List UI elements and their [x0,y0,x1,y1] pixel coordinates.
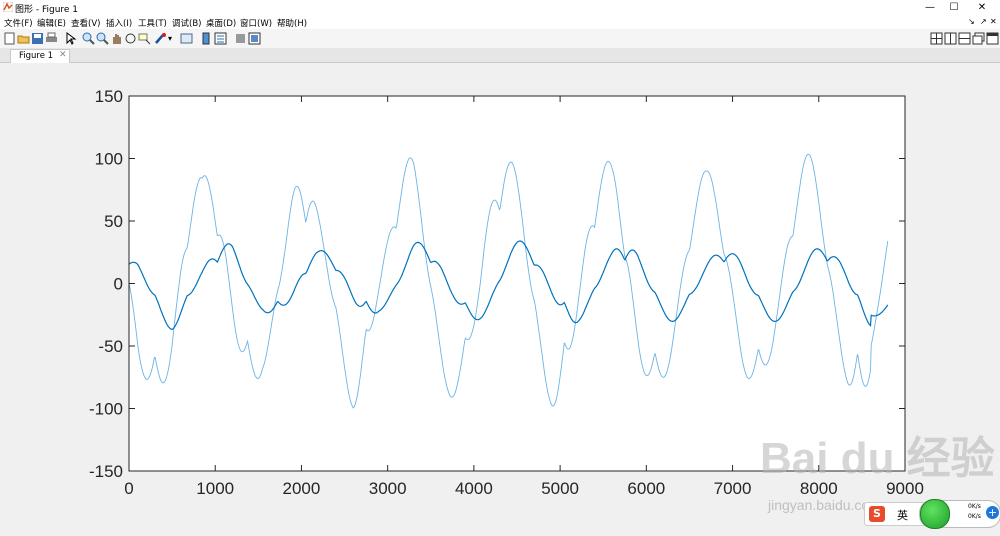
tile-grid-icon[interactable] [930,32,943,45]
network-speed-widget[interactable]: 0K/s 0K/s + [919,499,1000,529]
x-tick-label: 6000 [627,479,665,498]
y-tick-label: 0 [114,275,123,294]
x-tick-label: 4000 [455,479,493,498]
y-tick-label: 100 [95,150,123,169]
menu-view[interactable]: 查看(V) [71,17,100,29]
menu-insert[interactable]: 插入(I) [106,17,132,29]
legend-icon[interactable] [214,32,227,45]
menu-debug[interactable]: 调试(B) [172,17,201,29]
link-plot-icon[interactable] [180,32,193,45]
tile-columns-icon[interactable] [944,32,957,45]
x-tick-label: 3000 [369,479,407,498]
x-tick-label: 7000 [714,479,752,498]
pan-icon[interactable] [110,32,123,45]
menu-desktop[interactable]: 桌面(D) [206,17,236,29]
y-tick-label: -50 [98,337,123,356]
sogou-ime-icon[interactable]: S [869,506,885,522]
y-tick-label: 50 [104,212,123,231]
menu-edit[interactable]: 编辑(E) [37,17,66,29]
rotate-icon[interactable] [124,32,137,45]
axes-background [129,96,905,471]
tab-label: Figure 1 [19,51,54,61]
menu-bar: 文件(F) 编辑(E) 查看(V) 插入(I) 工具(T) 调试(B) 桌面(D… [0,15,1000,29]
network-ball-icon[interactable] [920,499,950,529]
menu-file[interactable]: 文件(F) [4,17,33,29]
brush-icon[interactable] [154,32,167,45]
upload-speed: 0K/s [968,503,981,510]
maximize-button[interactable]: ☐ [940,0,968,15]
open-icon[interactable] [17,32,30,45]
close-button[interactable]: ✕ [968,0,996,15]
dock-icon[interactable] [986,32,999,45]
zoom-in-icon[interactable] [82,32,95,45]
figure-toolbar: ▾ [0,29,1000,49]
y-tick-label: 150 [95,87,123,106]
menu-window[interactable]: 窗口(W) [240,17,272,29]
pointer-icon[interactable] [64,32,77,45]
taskbar-widgets: S 英 0K/s 0K/s + [864,499,1000,529]
zoom-out-icon[interactable] [96,32,109,45]
tab-close-icon[interactable]: ✕ [59,50,67,60]
hide-plot-tools-icon[interactable] [234,32,247,45]
window-title: 图形 - Figure 1 [15,5,79,15]
new-figure-icon[interactable] [3,32,16,45]
print-icon[interactable] [45,32,58,45]
matlab-icon [3,2,13,12]
close-figure-icon[interactable]: ✕ [990,17,997,26]
menu-tools[interactable]: 工具(T) [138,17,167,29]
add-icon[interactable]: + [986,506,999,519]
menu-help[interactable]: 帮助(H) [277,17,307,29]
title-bar: 图形 - Figure 1 — ☐ ✕ [0,0,1000,15]
tile-rows-icon[interactable] [958,32,971,45]
y-tick-label: -100 [89,400,123,419]
y-tick-label: -150 [89,462,123,481]
undock-arrow-icon[interactable]: ↘ [968,17,975,26]
x-tick-label: 2000 [283,479,321,498]
data-cursor-icon[interactable] [138,32,151,45]
download-speed: 0K/s [968,513,981,520]
tab-figure-1[interactable]: Figure 1 ✕ [10,49,70,63]
save-icon[interactable] [31,32,44,45]
dock-arrow-icon[interactable]: ↗ [980,17,987,26]
ime-toolbar[interactable]: S 英 [864,502,926,526]
figure-tab-strip: Figure 1 ✕ [0,48,1000,63]
ime-language[interactable]: 英 [897,507,908,523]
colorbar-icon[interactable] [200,32,213,45]
float-icon[interactable] [972,32,985,45]
x-tick-label: 1000 [196,479,234,498]
show-plot-tools-icon[interactable] [248,32,261,45]
x-tick-label: 0 [124,479,133,498]
watermark-logo: Bai du 经验 [760,434,995,483]
x-tick-label: 5000 [541,479,579,498]
